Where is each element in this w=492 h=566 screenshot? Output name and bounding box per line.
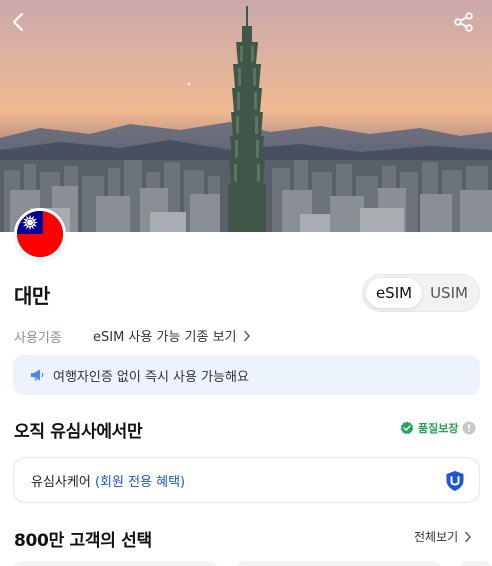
chevron-right-icon <box>243 330 250 341</box>
share-button[interactable] <box>453 11 485 43</box>
product-card[interactable] <box>13 561 218 566</box>
product-card[interactable] <box>459 561 492 566</box>
notice-text: 여행자인증 없이 즉시 사용 가능해요 <box>53 369 249 385</box>
care-prefix: 유심사케어 <box>31 474 91 490</box>
compatible-devices-link-text: eSIM 사용 가능 기종 보기 <box>93 330 237 345</box>
usim-option[interactable]: USIM <box>422 278 476 308</box>
taiwan-flag-icon <box>17 211 63 257</box>
country-name: 대만 <box>14 284 50 308</box>
hero-image <box>0 0 492 232</box>
esim-option[interactable]: eSIM <box>366 278 422 308</box>
see-all-link[interactable]: 전체보기 <box>414 528 472 545</box>
criteria-label: 사용기종 <box>14 331 62 346</box>
compatible-devices-link[interactable]: eSIM 사용 가능 기종 보기 <box>93 326 251 345</box>
share-icon <box>454 12 473 32</box>
country-flag <box>14 208 66 260</box>
care-label: 유심사케어 (회원 전용 혜택) <box>31 471 185 490</box>
product-card[interactable] <box>236 561 441 566</box>
care-highlight: (회원 전용 혜택) <box>94 474 186 490</box>
sim-type-toggle[interactable]: eSIM USIM <box>362 274 480 312</box>
quality-badge[interactable]: 품질보장 <box>400 420 476 436</box>
see-all-text: 전체보기 <box>414 530 459 544</box>
back-button[interactable] <box>10 11 42 43</box>
info-icon[interactable] <box>462 421 476 435</box>
chevron-right-icon <box>465 531 472 542</box>
chevron-left-icon <box>12 12 24 32</box>
tower <box>228 6 266 232</box>
notice-banner: 여행자인증 없이 즉시 사용 가능해요 <box>13 355 480 395</box>
popular-section-title: 800만 고객의 선택 <box>14 531 152 551</box>
taipei-skyline-illustration <box>0 6 492 232</box>
usimsa-care-card[interactable]: 유심사케어 (회원 전용 혜택) <box>13 457 480 503</box>
verified-check-icon <box>400 421 414 435</box>
quality-badge-label: 품질보장 <box>418 422 459 435</box>
shield-icon <box>446 471 464 491</box>
only-section-title: 오직 유심사에서만 <box>14 422 143 442</box>
megaphone-icon <box>31 369 44 381</box>
